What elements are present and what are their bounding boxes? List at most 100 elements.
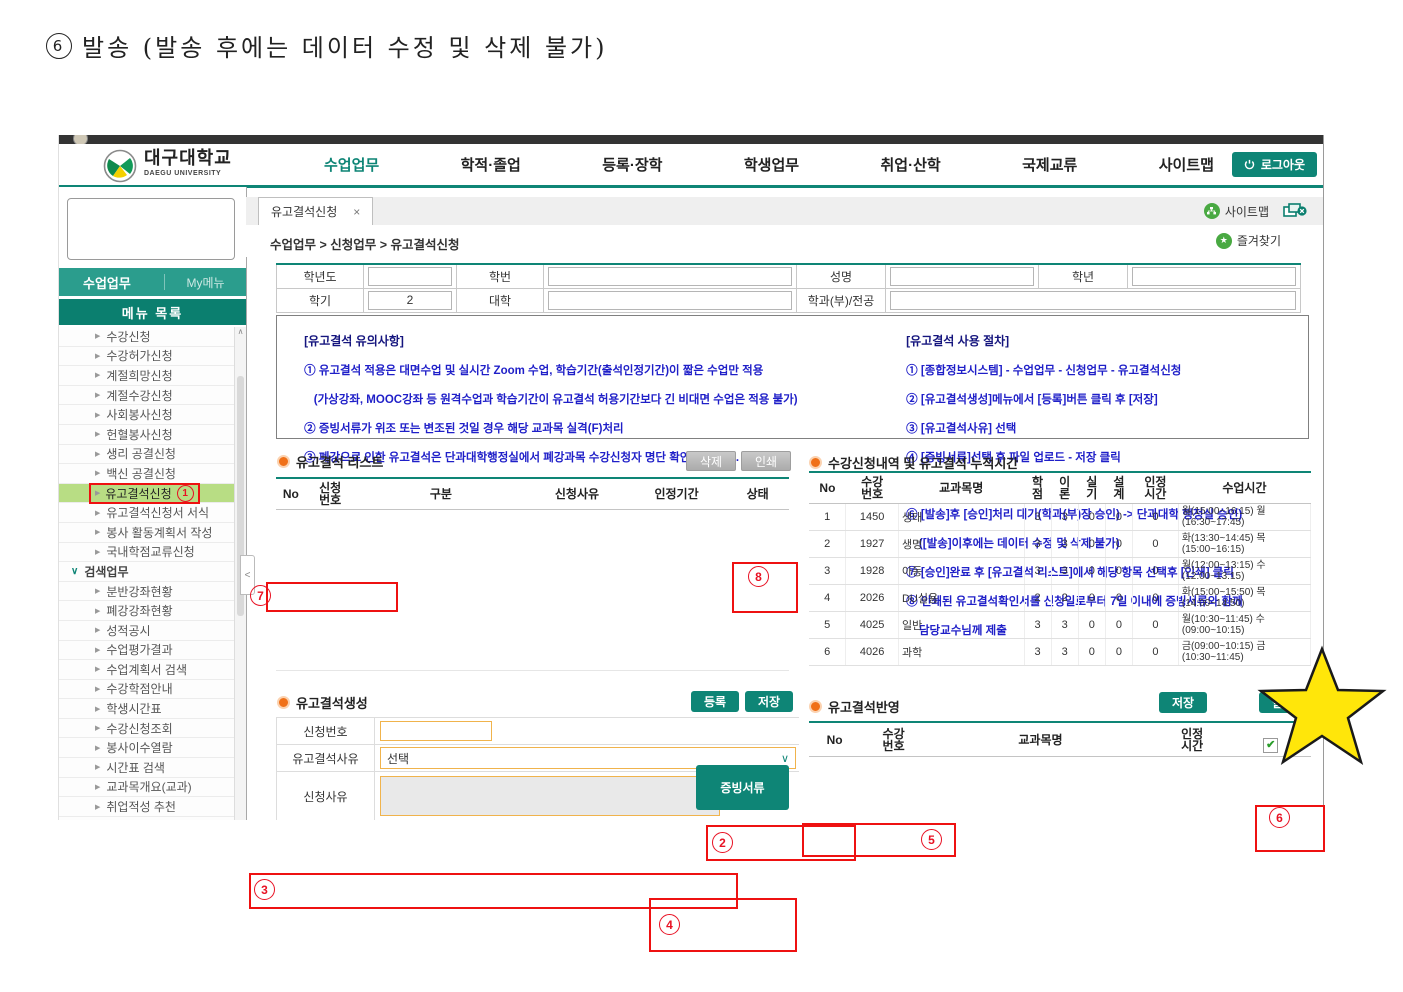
cell-no: 3 [809, 558, 846, 585]
sidebar-item-timetable[interactable]: ▶학생시간표 [59, 699, 235, 719]
reason-input[interactable] [380, 776, 720, 816]
sidebar-item-label: 시간표 검색 [106, 759, 165, 776]
notice-cautions: [유고결석 유의사항] ① 유고결석 적용은 대면수업 및 실시간 Zoom 수… [277, 316, 879, 438]
sidebar-group-search[interactable]: ∨검색업무 [59, 562, 235, 582]
delete-button[interactable]: 삭제 [686, 451, 736, 471]
power-icon [1244, 159, 1255, 170]
sidebar-item-service-record[interactable]: ▶봉사이수열람 [59, 738, 235, 758]
notice-cautions-title: [유고결석 유의사항] [304, 334, 404, 348]
tab-absence-apply[interactable]: 유고결석신청 × [258, 197, 373, 225]
select-all-checkbox[interactable]: ✔ [1263, 738, 1278, 753]
annotation-circle-3: 3 [254, 879, 275, 900]
col-theory: 이 론 [1051, 472, 1078, 504]
cell-credit: 3 [1024, 504, 1051, 531]
sidebar-item-credit-exchange[interactable]: ▶국내학점교류신청 [59, 543, 235, 563]
sidebar-item-clipped[interactable]: ▶취업적성 추천 [59, 797, 235, 817]
favorite-button[interactable]: ★ 즐겨찾기 [1216, 232, 1281, 249]
sitemap-link[interactable]: 사이트맵 [1204, 203, 1269, 220]
apply-no-input[interactable] [380, 721, 492, 741]
sidebar-item-absence-apply[interactable]: ▶ 유고결석신청 1 [59, 484, 235, 504]
sidebar-item-menstrual-absence[interactable]: ▶생리 공결신청 [59, 445, 235, 465]
sidebar-menu: ▶수강신청 ▶수강허가신청 ▶계절희망신청 ▶계절수강신청 ▶사회봉사신청 ▶헌… [59, 327, 235, 820]
col-design: 설 계 [1105, 472, 1132, 504]
nav-item-registration[interactable]: 등록·장학 [602, 154, 662, 175]
nav-item-classwork[interactable]: 수업업무 [324, 154, 379, 175]
cell-practice: 0 [1078, 531, 1105, 558]
notice-box: [유고결석 유의사항] ① 유고결석 적용은 대면수업 및 실시간 Zoom 수… [276, 315, 1309, 439]
popup-window-icon[interactable] [1283, 203, 1307, 219]
send-button[interactable]: 발송 [1259, 692, 1307, 713]
sidebar-collapse-handle[interactable]: < [240, 555, 255, 595]
apply-save-button[interactable]: 저장 [1159, 692, 1207, 713]
studentno-input[interactable] [548, 267, 792, 286]
arrow-icon: ▶ [95, 803, 100, 811]
sidebar-item-label: 수강허가신청 [106, 347, 172, 364]
title-circled-number: 6 [46, 33, 72, 59]
table-row[interactable]: 54025 일반3 30 00 월(10:30~11:45) 수(09:00~1… [809, 612, 1311, 639]
sidebar-item-sugang-permit[interactable]: ▶수강허가신청 [59, 347, 235, 367]
sidebar-item-service-plan[interactable]: ▶봉사 활동계획서 작성 [59, 523, 235, 543]
table-row[interactable]: 11450 생태3 30 00 월(15:00~16:15) 월(16:30~1… [809, 504, 1311, 531]
logout-button[interactable]: 로그아웃 [1232, 152, 1317, 177]
sidebar-item-blood-service[interactable]: ▶헌혈봉사신청 [59, 425, 235, 445]
arrow-icon: ▶ [95, 587, 100, 595]
semester-input[interactable]: 2 [368, 291, 452, 310]
cell-theory: 3 [1051, 531, 1078, 558]
col-course: 교과목명 [898, 472, 1024, 504]
sidebar-tab-classwork[interactable]: 수업업무 [59, 273, 164, 292]
table-row[interactable]: 64026 과학3 30 00 금(09:00~10:15) 금(10:30~1… [809, 639, 1311, 666]
print-button[interactable]: 인쇄 [741, 451, 791, 471]
college-input[interactable] [548, 291, 792, 310]
enrollment-table: No 수강 번호 교과목명 학 점 이 론 실 기 설 계 인정 시간 수업시간… [809, 471, 1311, 666]
arrow-icon: ▶ [95, 724, 100, 732]
close-icon[interactable]: × [353, 205, 360, 219]
sidebar-item-grade-notice[interactable]: ▶성적공시 [59, 621, 235, 641]
nav-item-sitemap[interactable]: 사이트맵 [1159, 154, 1214, 175]
cell-course: 생태 [898, 504, 1024, 531]
sidebar-item-social-service[interactable]: ▶사회봉사신청 [59, 405, 235, 425]
university-logo[interactable]: 대구대학교 DAEGU UNIVERSITY [103, 149, 232, 183]
dept-input[interactable] [890, 291, 1296, 310]
sidebar-item-syllabus-search[interactable]: ▶수업계획서 검색 [59, 660, 235, 680]
sidebar-item-sugang-lookup[interactable]: ▶수강신청조회 [59, 719, 235, 739]
sidebar-tab-mymenu[interactable]: My메뉴 [165, 274, 246, 291]
sidebar-item-course-outline[interactable]: ▶교과목개요(교과) [59, 778, 235, 798]
table-row[interactable]: 42026 DU실용2 20 00 화(15:00~15:50) 목(14:00… [809, 585, 1311, 612]
nav-item-records[interactable]: 학적·졸업 [461, 154, 521, 175]
sidebar-item-sugang[interactable]: ▶수강신청 [59, 327, 235, 347]
arrow-icon: ▶ [95, 489, 100, 497]
sidebar-item-timetable-search[interactable]: ▶시간표 검색 [59, 758, 235, 778]
sidebar-item-label: 교과목개요(교과) [106, 778, 191, 795]
sidebar-item-class-status[interactable]: ▶분반강좌현황 [59, 582, 235, 602]
arrow-icon: ▶ [95, 607, 100, 615]
sidebar-item-vaccine-absence[interactable]: ▶백신 공결신청 [59, 464, 235, 484]
sidebar-item-eval-result[interactable]: ▶수업평가결과 [59, 641, 235, 661]
grade-input[interactable] [1132, 267, 1296, 286]
name-input[interactable] [890, 267, 1034, 286]
attachment-button[interactable]: 증빙서류 [696, 765, 789, 810]
sidebar-item-season-sugang[interactable]: ▶계절수강신청 [59, 386, 235, 406]
content-tab-bar: 유고결석신청 × 사이트맵 [246, 197, 1323, 226]
scroll-up-icon[interactable]: ∧ [238, 327, 244, 336]
notice-line: ② 증빙서류가 위조 또는 변조된 것일 경우 해당 교과목 실격(F)처리 [304, 423, 623, 435]
register-button[interactable]: 등록 [691, 691, 739, 712]
cell-no: 1 [809, 504, 846, 531]
table-row[interactable]: 21927 생명3 30 00 화(13:30~14:45) 목(15:00~1… [809, 531, 1311, 558]
nav-item-international[interactable]: 국제교류 [1022, 154, 1077, 175]
sitemap-icon [1204, 203, 1220, 219]
bullet-icon [809, 456, 822, 469]
notice-procedure-title: [유고결석 사용 절차] [906, 334, 1009, 348]
cell-design: 0 [1105, 639, 1132, 666]
sidebar-item-absence-form[interactable]: ▶유고결석신청서 서식 [59, 503, 235, 523]
absence-create-title: 유고결석생성 [277, 693, 368, 712]
arrow-icon: ▶ [95, 685, 100, 693]
nav-item-career[interactable]: 취업·산학 [881, 154, 941, 175]
sidebar-item-credit-guide[interactable]: ▶수강학점안내 [59, 680, 235, 700]
sidebar-item-season-hope[interactable]: ▶계절희망신청 [59, 366, 235, 386]
nav-item-student[interactable]: 학생업무 [744, 154, 799, 175]
favorite-star-icon: ★ [1216, 233, 1232, 249]
year-input[interactable] [368, 267, 452, 286]
sidebar-item-closed-class[interactable]: ▶폐강강좌현황 [59, 601, 235, 621]
table-row[interactable]: 31928 아동3 30 00 월(12:00~13:15) 수(12:00~1… [809, 558, 1311, 585]
save-button[interactable]: 저장 [745, 691, 793, 712]
